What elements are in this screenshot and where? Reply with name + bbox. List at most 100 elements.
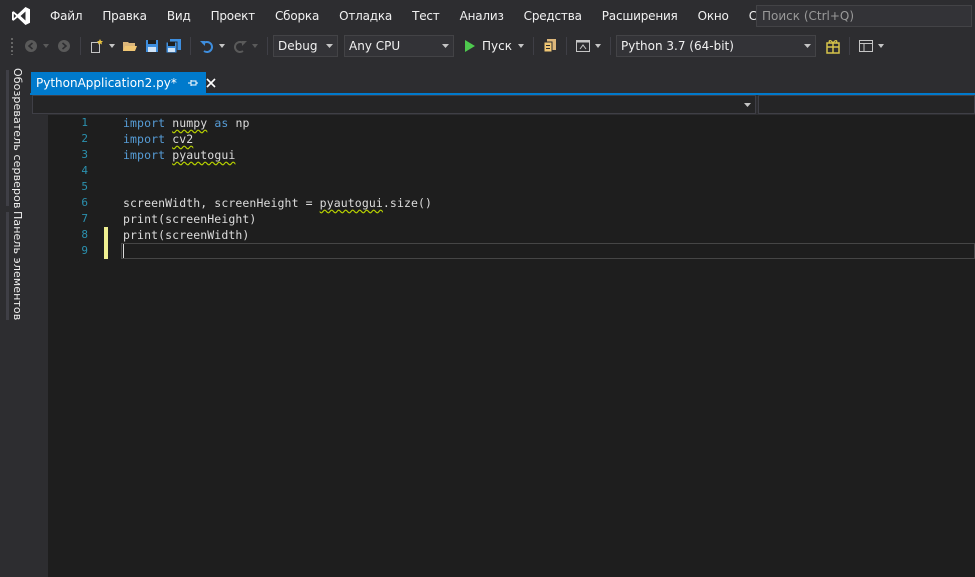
undo-dropdown-icon[interactable] — [218, 35, 226, 57]
toolbar-separator — [190, 37, 191, 55]
find-in-files-icon[interactable] — [541, 35, 559, 57]
play-icon — [465, 40, 475, 52]
keyword-import: import — [123, 132, 166, 146]
python-environment-select[interactable]: Python 3.7 (64-bit) — [615, 35, 816, 57]
solution-configuration-select[interactable]: Debug — [273, 35, 338, 57]
menu-item-9[interactable]: Расширения — [592, 0, 688, 32]
editor-glyph-margin — [30, 115, 48, 577]
change-tracking-marker — [104, 227, 108, 259]
menu-item-7[interactable]: Анализ — [450, 0, 514, 32]
menu-item-6[interactable]: Тест — [402, 0, 450, 32]
members-dropdown[interactable] — [758, 95, 975, 114]
toolbar-customize-icon[interactable] — [877, 35, 885, 57]
code-text-segment: .size() — [382, 196, 433, 210]
code-line[interactable]: screenWidth, screenHeight = pyautogui.si… — [123, 195, 975, 211]
line-number: 7 — [81, 212, 88, 225]
redo-icon[interactable] — [231, 35, 249, 57]
solution-configuration-value: Debug — [278, 39, 318, 53]
save-icon[interactable] — [143, 35, 161, 57]
standard-toolbar: Debug Any CPU Пуск Python 3.7 (64-bit) — [0, 32, 975, 60]
code-text[interactable]: import numpy as np import cv2 import pyaut… — [123, 115, 975, 259]
line-number: 1 — [81, 116, 88, 129]
module-name: cv2 — [172, 132, 194, 146]
start-label: Пуск — [482, 39, 512, 53]
server-explorer-label: Обозреватель серверов — [11, 67, 24, 209]
toolbar-grip[interactable] — [10, 37, 14, 55]
line-number: 9 — [81, 244, 88, 257]
undo-icon[interactable] — [198, 35, 216, 57]
editor-navigation-bar — [30, 95, 975, 115]
toolbar-separator — [80, 37, 81, 55]
menu-item-8[interactable]: Средства — [514, 0, 592, 32]
chevron-down-icon — [442, 44, 449, 48]
python-environment-value: Python 3.7 (64-bit) — [620, 39, 734, 53]
start-debugging-button[interactable]: Пуск — [458, 35, 524, 57]
document-tab-pythonapplication2[interactable]: PythonApplication2.py* — [31, 72, 216, 93]
toolbar-separator — [609, 37, 611, 55]
chevron-down-icon[interactable] — [517, 44, 524, 48]
code-text-segment: screenWidth, screenHeight = — [123, 196, 320, 210]
menu-item-5[interactable]: Отладка — [329, 0, 402, 32]
toolbox-tab[interactable]: Панель элементов — [6, 211, 26, 321]
solution-platform-select[interactable]: Any CPU — [344, 35, 454, 57]
toolbox-label: Панель элементов — [11, 211, 24, 321]
code-line[interactable]: print(screenWidth) — [123, 227, 975, 243]
menu-item-4[interactable]: Сборка — [265, 0, 329, 32]
toolbar-separator — [848, 37, 850, 55]
code-text-segment: print(screenWidth) — [123, 228, 250, 242]
toolbar-separator — [565, 37, 567, 55]
pin-tab-icon[interactable] — [187, 78, 198, 88]
line-number: 6 — [81, 196, 88, 209]
visual-studio-window: Файл Правка Вид Проект Сборка Отладка Тест Анал… — [0, 0, 975, 577]
toolbar-separator — [532, 37, 534, 55]
code-line[interactable]: import numpy as np — [123, 115, 975, 131]
code-editor[interactable]: 123456789 import numpy as np import cv2 im… — [30, 115, 975, 577]
keyword-import: import — [123, 116, 166, 130]
line-number: 5 — [81, 180, 88, 193]
module-alias: np — [235, 116, 250, 130]
menu-bar: Файл Правка Вид Проект Сборка Отладка Тест Анал… — [0, 0, 975, 32]
save-all-icon[interactable] — [165, 35, 183, 57]
server-explorer-tab[interactable]: Обозреватель серверов — [6, 67, 26, 209]
code-line[interactable] — [123, 163, 975, 179]
module-name: pyautogui — [319, 196, 383, 210]
code-line[interactable]: print(screenHeight) — [123, 211, 975, 227]
code-line[interactable] — [123, 179, 975, 195]
browser-link-icon[interactable] — [574, 35, 592, 57]
close-tab-icon[interactable] — [206, 77, 216, 88]
left-tool-window-strip: Обозреватель серверов Панель элементов — [0, 60, 30, 577]
line-number-gutter: 1 2 3 4 5 6 7 8 9 — [48, 115, 88, 259]
keyword-as: as — [214, 116, 229, 130]
menu-item-10[interactable]: Окно — [688, 0, 739, 32]
window-layout-icon[interactable] — [857, 35, 875, 57]
new-project-dropdown-icon[interactable] — [108, 35, 116, 57]
python-environments-icon[interactable] — [824, 35, 842, 57]
open-file-icon[interactable] — [121, 35, 139, 57]
menu-item-0[interactable]: Файл — [40, 0, 92, 32]
line-number: 2 — [81, 132, 88, 145]
keyword-import: import — [123, 148, 166, 162]
line-number: 4 — [81, 164, 88, 177]
new-project-icon[interactable] — [88, 35, 106, 57]
document-tab-title: PythonApplication2.py* — [36, 75, 177, 90]
code-line[interactable]: import cv2 — [123, 131, 975, 147]
redo-dropdown-icon[interactable] — [251, 35, 259, 57]
navigate-back-icon[interactable] — [22, 35, 40, 57]
quick-launch-search-input[interactable]: Поиск (Ctrl+Q) — [756, 5, 972, 27]
menu-items: Файл Правка Вид Проект Сборка Отладка Тест Анал… — [40, 0, 810, 32]
code-line[interactable]: import pyautogui — [123, 147, 975, 163]
line-number: 8 — [81, 228, 88, 241]
chevron-down-icon — [744, 103, 751, 107]
toolbar-separator — [267, 37, 268, 55]
document-tab-well: PythonApplication2.py* — [30, 72, 975, 94]
chevron-down-icon — [803, 44, 811, 48]
types-dropdown[interactable] — [32, 95, 756, 114]
menu-item-2[interactable]: Вид — [157, 0, 201, 32]
navigate-forward-icon[interactable] — [55, 35, 73, 57]
toolbar-overflow-icon[interactable] — [594, 35, 602, 57]
navigate-back-dropdown-icon[interactable] — [42, 35, 50, 57]
visual-studio-logo-icon — [4, 0, 38, 32]
menu-item-3[interactable]: Проект — [201, 0, 265, 32]
code-line[interactable] — [123, 243, 975, 259]
menu-item-1[interactable]: Правка — [92, 0, 156, 32]
